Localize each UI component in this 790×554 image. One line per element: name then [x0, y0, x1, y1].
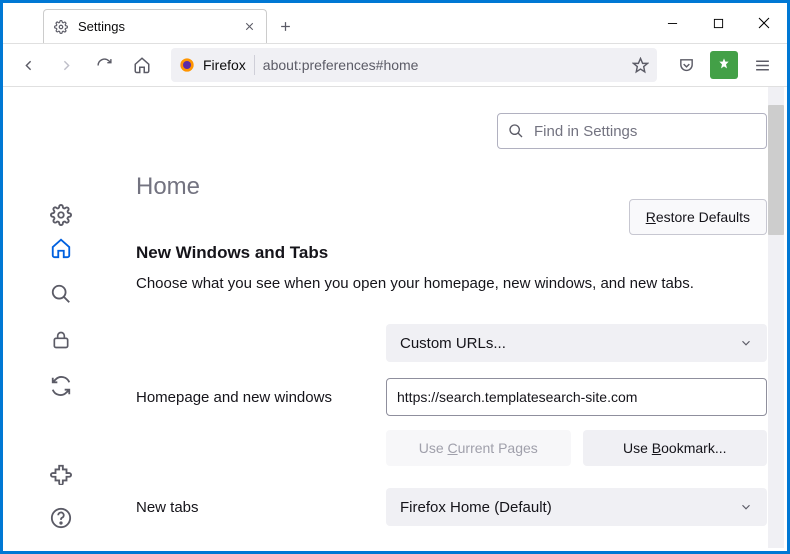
- sidebar-item-privacy[interactable]: [50, 329, 72, 351]
- url-address-text: about:preferences#home: [263, 57, 624, 73]
- reload-button[interactable]: [87, 48, 121, 82]
- chevron-down-icon: [739, 336, 753, 350]
- bookmark-star-icon[interactable]: [632, 57, 649, 74]
- search-icon: [508, 123, 524, 139]
- chevron-down-icon: [739, 500, 753, 514]
- sidebar-item-search[interactable]: [50, 283, 72, 305]
- page-title: Home: [136, 173, 767, 201]
- pocket-button[interactable]: [669, 48, 703, 82]
- home-button[interactable]: [125, 48, 159, 82]
- use-bookmark-button[interactable]: Use Bookmark...: [583, 430, 768, 466]
- app-menu-button[interactable]: [745, 48, 779, 82]
- sidebar-item-home[interactable]: [50, 237, 72, 259]
- gear-icon: [54, 20, 68, 34]
- content-area: Find in Settings Home Restore Defaults N…: [3, 87, 787, 551]
- homepage-label: Homepage and new windows: [136, 389, 366, 406]
- preferences-main: Find in Settings Home Restore Defaults N…: [118, 87, 787, 551]
- extension-button[interactable]: [707, 48, 741, 82]
- restore-defaults-button[interactable]: Restore Defaults: [629, 199, 767, 235]
- section-title-new-windows-tabs: New Windows and Tabs: [136, 243, 767, 263]
- vertical-scrollbar-thumb[interactable]: [768, 105, 784, 235]
- new-tab-button[interactable]: [267, 9, 303, 43]
- homepage-mode-value: Custom URLs...: [400, 335, 506, 352]
- back-button[interactable]: [11, 48, 45, 82]
- window-close-button[interactable]: [741, 3, 787, 43]
- window-minimize-button[interactable]: [649, 3, 695, 43]
- sidebar-item-support[interactable]: [50, 507, 72, 529]
- url-identity-label: Firefox: [203, 57, 246, 73]
- sidebar-item-general[interactable]: [50, 204, 72, 226]
- url-divider: [254, 55, 255, 75]
- homepage-url-value: https://search.templatesearch-site.com: [397, 389, 637, 405]
- sidebar-item-sync[interactable]: [50, 375, 72, 397]
- section-description: Choose what you see when you open your h…: [136, 273, 767, 294]
- preferences-sidebar: [3, 87, 118, 551]
- find-placeholder: Find in Settings: [534, 123, 637, 140]
- browser-tab-settings[interactable]: Settings: [43, 9, 267, 43]
- sidebar-item-extensions[interactable]: [50, 463, 72, 485]
- find-in-settings-input[interactable]: Find in Settings: [497, 113, 767, 149]
- newtabs-label: New tabs: [136, 499, 366, 516]
- vertical-scrollbar-track[interactable]: [768, 87, 784, 548]
- forward-button: [49, 48, 83, 82]
- title-bar: Settings: [3, 3, 787, 43]
- homepage-mode-select[interactable]: Custom URLs...: [386, 324, 767, 362]
- firefox-logo-icon: [179, 57, 195, 73]
- tab-title: Settings: [78, 19, 233, 34]
- newtabs-mode-select[interactable]: Firefox Home (Default): [386, 488, 767, 526]
- homepage-url-input[interactable]: https://search.templatesearch-site.com: [386, 378, 767, 416]
- use-current-pages-button: Use Current Pages: [386, 430, 571, 466]
- window-maximize-button[interactable]: [695, 3, 741, 43]
- newtabs-mode-value: Firefox Home (Default): [400, 499, 552, 516]
- close-icon[interactable]: [243, 20, 256, 33]
- navigation-toolbar: Firefox about:preferences#home: [3, 43, 787, 87]
- address-bar[interactable]: Firefox about:preferences#home: [171, 48, 657, 82]
